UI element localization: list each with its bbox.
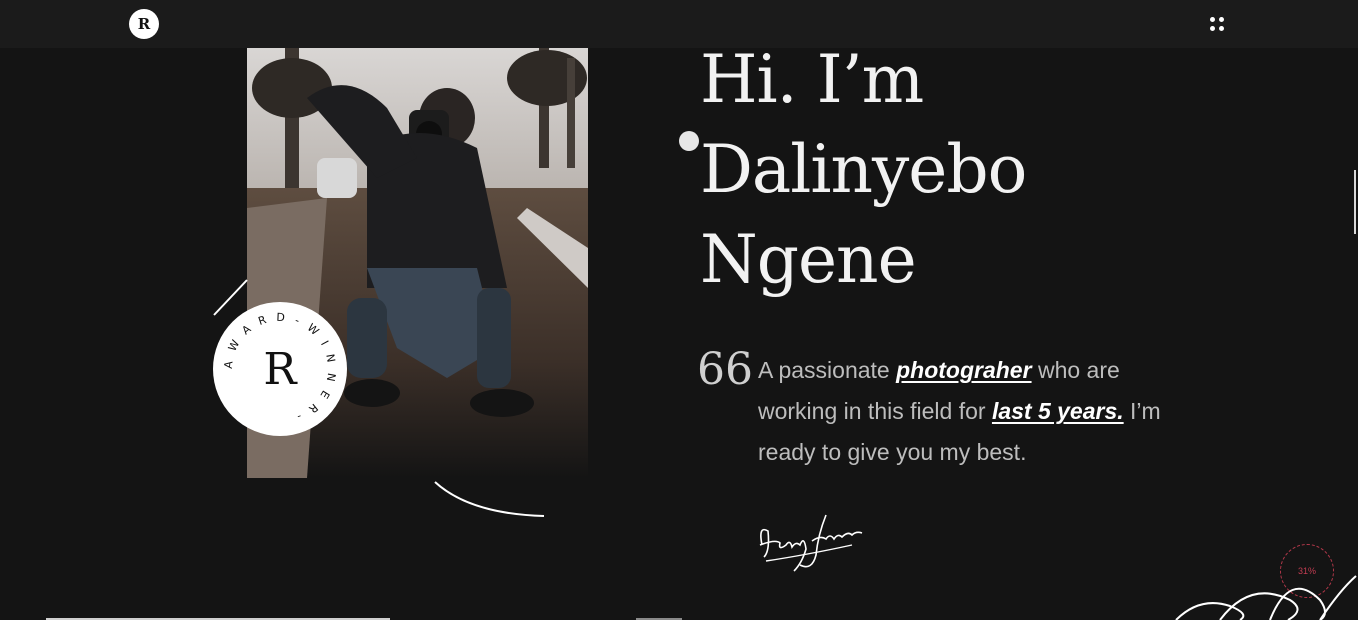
scrollbar-thumb[interactable]: [1354, 170, 1356, 234]
menu-dot: [1218, 16, 1224, 22]
menu-grid-icon[interactable]: [1206, 13, 1228, 35]
menu-dot: [1209, 16, 1215, 22]
decorative-curve: [434, 481, 545, 517]
award-badge: A W A R D - W I N N E R - R: [213, 302, 347, 436]
top-bar: R: [0, 0, 1358, 48]
badge-letter: R: [263, 343, 297, 395]
decorative-swirl: [1175, 575, 1357, 620]
headline-line-3: Ngene: [700, 221, 917, 298]
bullet-dot: [679, 131, 699, 151]
photographer-link[interactable]: photograher: [896, 357, 1031, 383]
menu-dot: [1209, 25, 1215, 31]
headline-line-2: Dalinyebo: [700, 131, 1027, 208]
headline-line-1: Hi. I’m: [700, 41, 924, 118]
logo[interactable]: R: [129, 9, 159, 39]
hero-headline: Hi. I’m Dalinyebo Ngene: [700, 35, 1027, 305]
bio-text: A passionate photograher who are working…: [758, 350, 1178, 473]
years-link[interactable]: last 5 years.: [992, 398, 1124, 424]
signature-image: [759, 514, 863, 572]
logo-letter: R: [137, 15, 151, 33]
menu-dot: [1218, 25, 1224, 31]
quote-mark-icon: 66: [697, 344, 753, 395]
bio-part-1: A passionate: [758, 357, 897, 383]
